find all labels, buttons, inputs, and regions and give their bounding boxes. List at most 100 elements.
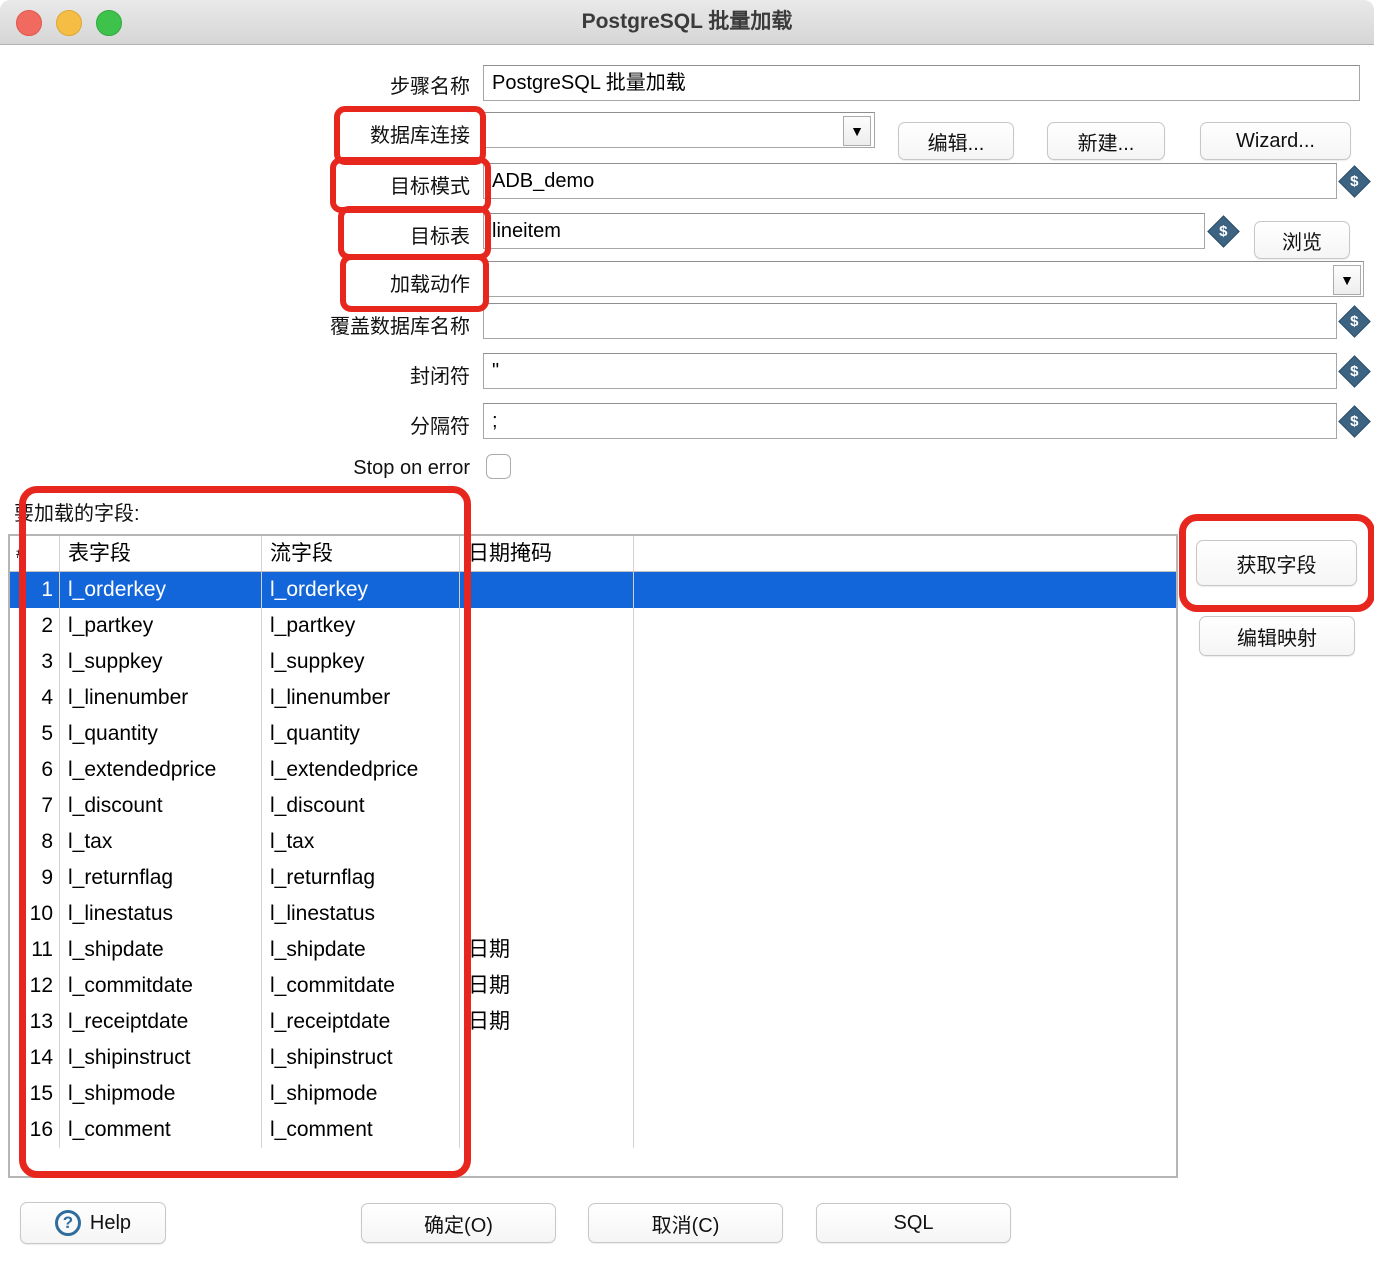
table-row[interactable]: 14l_shipinstructl_shipinstruct (10, 1040, 1176, 1076)
cell-stream-field[interactable]: l_partkey (262, 608, 460, 644)
cell-table-field[interactable]: l_returnflag (60, 860, 262, 896)
chevron-down-icon[interactable]: ▼ (1333, 265, 1361, 295)
step-name-input[interactable]: PostgreSQL 批量加载 (483, 65, 1360, 101)
cell-table-field[interactable]: l_orderkey (60, 572, 262, 608)
cell-stream-field[interactable]: l_shipmode (262, 1076, 460, 1112)
row-number[interactable]: 5 (10, 716, 60, 752)
cell-stream-field[interactable]: l_quantity (262, 716, 460, 752)
override-db-name-input[interactable] (483, 303, 1337, 339)
row-number[interactable]: 2 (10, 608, 60, 644)
cell-date-mask[interactable]: 日期 (460, 932, 634, 968)
cell-table-field[interactable]: l_partkey (60, 608, 262, 644)
cell-empty[interactable] (634, 788, 1176, 824)
delimiter-input[interactable]: ; (483, 403, 1337, 439)
cell-date-mask[interactable] (460, 716, 634, 752)
cell-table-field[interactable]: l_comment (60, 1112, 262, 1148)
target-schema-input[interactable]: ADB_demo (483, 163, 1337, 199)
cell-date-mask[interactable] (460, 680, 634, 716)
cell-date-mask[interactable]: 日期 (460, 968, 634, 1004)
cell-table-field[interactable]: l_extendedprice (60, 752, 262, 788)
cell-empty[interactable] (634, 860, 1176, 896)
cell-empty[interactable] (634, 1004, 1176, 1040)
table-row[interactable]: 4l_linenumberl_linenumber (10, 680, 1176, 716)
cell-stream-field[interactable]: l_receiptdate (262, 1004, 460, 1040)
cell-empty[interactable] (634, 608, 1176, 644)
table-row[interactable]: 10l_linestatusl_linestatus (10, 896, 1176, 932)
row-number[interactable]: 7 (10, 788, 60, 824)
table-row[interactable]: 6l_extendedpricel_extendedprice (10, 752, 1176, 788)
row-number[interactable]: 6 (10, 752, 60, 788)
ok-button[interactable]: 确定(O) (361, 1203, 556, 1243)
load-action-select[interactable]: 插入 ▼ (483, 261, 1364, 297)
cell-stream-field[interactable]: l_tax (262, 824, 460, 860)
cell-empty[interactable] (634, 968, 1176, 1004)
cell-date-mask[interactable] (460, 608, 634, 644)
cell-table-field[interactable]: l_quantity (60, 716, 262, 752)
cell-date-mask[interactable] (460, 860, 634, 896)
table-row[interactable]: 3l_suppkeyl_suppkey (10, 644, 1176, 680)
cell-date-mask[interactable] (460, 752, 634, 788)
cell-empty[interactable] (634, 644, 1176, 680)
cancel-button[interactable]: 取消(C) (588, 1203, 783, 1243)
cell-empty[interactable] (634, 1076, 1176, 1112)
enclosure-input[interactable]: " (483, 353, 1337, 389)
stop-on-error-checkbox[interactable] (486, 454, 511, 479)
cell-date-mask[interactable] (460, 1076, 634, 1112)
cell-empty[interactable] (634, 824, 1176, 860)
cell-date-mask[interactable] (460, 1112, 634, 1148)
cell-date-mask[interactable] (460, 644, 634, 680)
cell-table-field[interactable]: l_tax (60, 824, 262, 860)
row-number[interactable]: 8 (10, 824, 60, 860)
cell-empty[interactable] (634, 896, 1176, 932)
get-fields-button[interactable]: 获取字段 (1196, 540, 1357, 586)
table-row[interactable]: 8l_taxl_tax (10, 824, 1176, 860)
db-connection-select[interactable]: ADB for PostareSQL ▼ (483, 112, 875, 148)
cell-empty[interactable] (634, 716, 1176, 752)
browse-table-button[interactable]: 浏览 (1254, 221, 1350, 259)
row-number[interactable]: 14 (10, 1040, 60, 1076)
column-header-num[interactable]: # (10, 536, 60, 571)
row-number[interactable]: 4 (10, 680, 60, 716)
table-row[interactable]: 2l_partkeyl_partkey (10, 608, 1176, 644)
cell-stream-field[interactable]: l_shipdate (262, 932, 460, 968)
cell-stream-field[interactable]: l_commitdate (262, 968, 460, 1004)
cell-stream-field[interactable]: l_suppkey (262, 644, 460, 680)
cell-date-mask[interactable] (460, 824, 634, 860)
column-header-stream-field[interactable]: 流字段 (262, 536, 460, 571)
cell-table-field[interactable]: l_shipinstruct (60, 1040, 262, 1076)
cell-table-field[interactable]: l_shipmode (60, 1076, 262, 1112)
cell-date-mask[interactable] (460, 788, 634, 824)
column-header-table-field[interactable]: 表字段 (60, 536, 262, 571)
table-row[interactable]: 16l_commentl_comment (10, 1112, 1176, 1148)
column-header-date-mask[interactable]: 日期掩码 (460, 536, 634, 571)
cell-stream-field[interactable]: l_comment (262, 1112, 460, 1148)
row-number[interactable]: 11 (10, 932, 60, 968)
table-row[interactable]: 7l_discountl_discount (10, 788, 1176, 824)
cell-table-field[interactable]: l_linenumber (60, 680, 262, 716)
cell-date-mask[interactable] (460, 1040, 634, 1076)
table-row[interactable]: 15l_shipmodel_shipmode (10, 1076, 1176, 1112)
cell-empty[interactable] (634, 1112, 1176, 1148)
cell-stream-field[interactable]: l_extendedprice (262, 752, 460, 788)
cell-empty[interactable] (634, 572, 1176, 608)
edit-mapping-button[interactable]: 编辑映射 (1199, 616, 1355, 656)
wizard-button[interactable]: Wizard... (1200, 122, 1351, 160)
row-number[interactable]: 3 (10, 644, 60, 680)
cell-empty[interactable] (634, 1040, 1176, 1076)
row-number[interactable]: 10 (10, 896, 60, 932)
table-row[interactable]: 9l_returnflagl_returnflag (10, 860, 1176, 896)
cell-empty[interactable] (634, 752, 1176, 788)
cell-table-field[interactable]: l_linestatus (60, 896, 262, 932)
cell-date-mask[interactable]: 日期 (460, 1004, 634, 1040)
cell-stream-field[interactable]: l_orderkey (262, 572, 460, 608)
row-number[interactable]: 15 (10, 1076, 60, 1112)
cell-table-field[interactable]: l_discount (60, 788, 262, 824)
row-number[interactable]: 13 (10, 1004, 60, 1040)
cell-stream-field[interactable]: l_linestatus (262, 896, 460, 932)
cell-date-mask[interactable] (460, 572, 634, 608)
edit-connection-button[interactable]: 编辑... (898, 122, 1014, 160)
table-row[interactable]: 1l_orderkeyl_orderkey (10, 572, 1176, 608)
chevron-down-icon[interactable]: ▼ (843, 116, 871, 146)
cell-table-field[interactable]: l_suppkey (60, 644, 262, 680)
row-number[interactable]: 16 (10, 1112, 60, 1148)
